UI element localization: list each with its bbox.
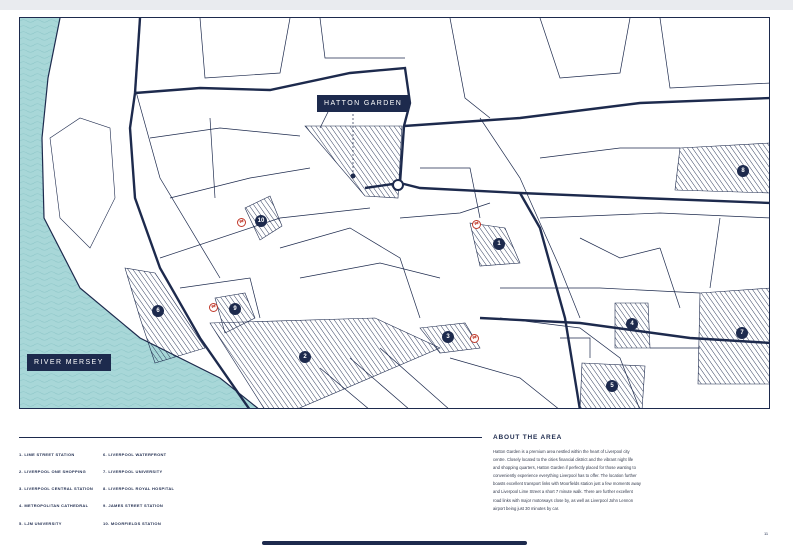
about-title: ABOUT THE AREA: [493, 434, 563, 441]
area-map[interactable]: HATTON GARDEN RIVER MERSEY 1 2 3 4 5 6 7…: [19, 17, 770, 409]
legend-item: 5. LJM UNIVERSITY: [19, 521, 62, 526]
map-marker-5[interactable]: 5: [606, 380, 618, 392]
legend-item: 4. METROPOLITAN CATHEDRAL: [19, 503, 89, 508]
river-mersey-label: RIVER MERSEY: [27, 354, 111, 371]
about-line: road links with major motorways close by…: [493, 497, 634, 503]
rail-station-icon: ⇌: [209, 303, 218, 312]
about-section: ABOUT THE AREA Hatton Garden is a premiu…: [493, 434, 658, 513]
about-line: airport being just 30 minutes by car.: [493, 505, 560, 511]
legend-item: 6. LIVERPOOL WATERFRONT: [103, 452, 167, 457]
rail-station-icon: ⇌: [472, 220, 481, 229]
legend-item: 2. LIVERPOOL ONE SHOPPING: [19, 469, 86, 474]
about-line: and Liverpool Lime Street a short 7 minu…: [493, 489, 633, 495]
legend-item: 9. JAMES STREET STATION: [103, 503, 164, 508]
map-marker-3[interactable]: 3: [442, 331, 454, 343]
map-marker-7[interactable]: 7: [736, 327, 748, 339]
about-line: Hatton Garden is a premium area nestled …: [493, 449, 630, 454]
legend-item: 8. LIVERPOOL ROYAL HOSPITAL: [103, 486, 175, 491]
about-line: and shopping quarters, Hatton Garden if …: [493, 465, 636, 471]
page-number: 11: [764, 531, 769, 536]
map-marker-4[interactable]: 4: [626, 318, 638, 330]
map-marker-10[interactable]: 10: [255, 215, 267, 227]
map-marker-9[interactable]: 9: [229, 303, 241, 315]
legend-item: 3. LIVERPOOL CENTRAL STATION: [19, 486, 94, 491]
rail-station-icon: ⇌: [237, 218, 246, 227]
map-marker-6[interactable]: 6: [152, 305, 164, 317]
about-line: conveniently experience everything Liver…: [493, 473, 637, 479]
rail-station-icon: ⇌: [470, 334, 479, 343]
top-bar: [0, 0, 793, 10]
legend-item: 10. MOORFIELDS STATION: [103, 521, 162, 526]
about-line: boasts excellent transport links with Mo…: [493, 481, 642, 487]
scroll-indicator[interactable]: [262, 541, 527, 545]
legend-item: 7. LIVERPOOL UNIVERSITY: [103, 469, 163, 474]
legend-item: 1. LIME STREET STATION: [19, 452, 75, 457]
about-body: Hatton Garden is a premium area nestled …: [493, 448, 658, 513]
about-line: centre. Closely located to the cities fi…: [493, 457, 634, 463]
map-marker-1[interactable]: 1: [493, 238, 505, 250]
map-marker-2[interactable]: 2: [299, 351, 311, 363]
hatton-garden-label: HATTON GARDEN: [317, 95, 410, 112]
map-marker-8[interactable]: 8: [737, 165, 749, 177]
section-divider: [19, 437, 482, 438]
